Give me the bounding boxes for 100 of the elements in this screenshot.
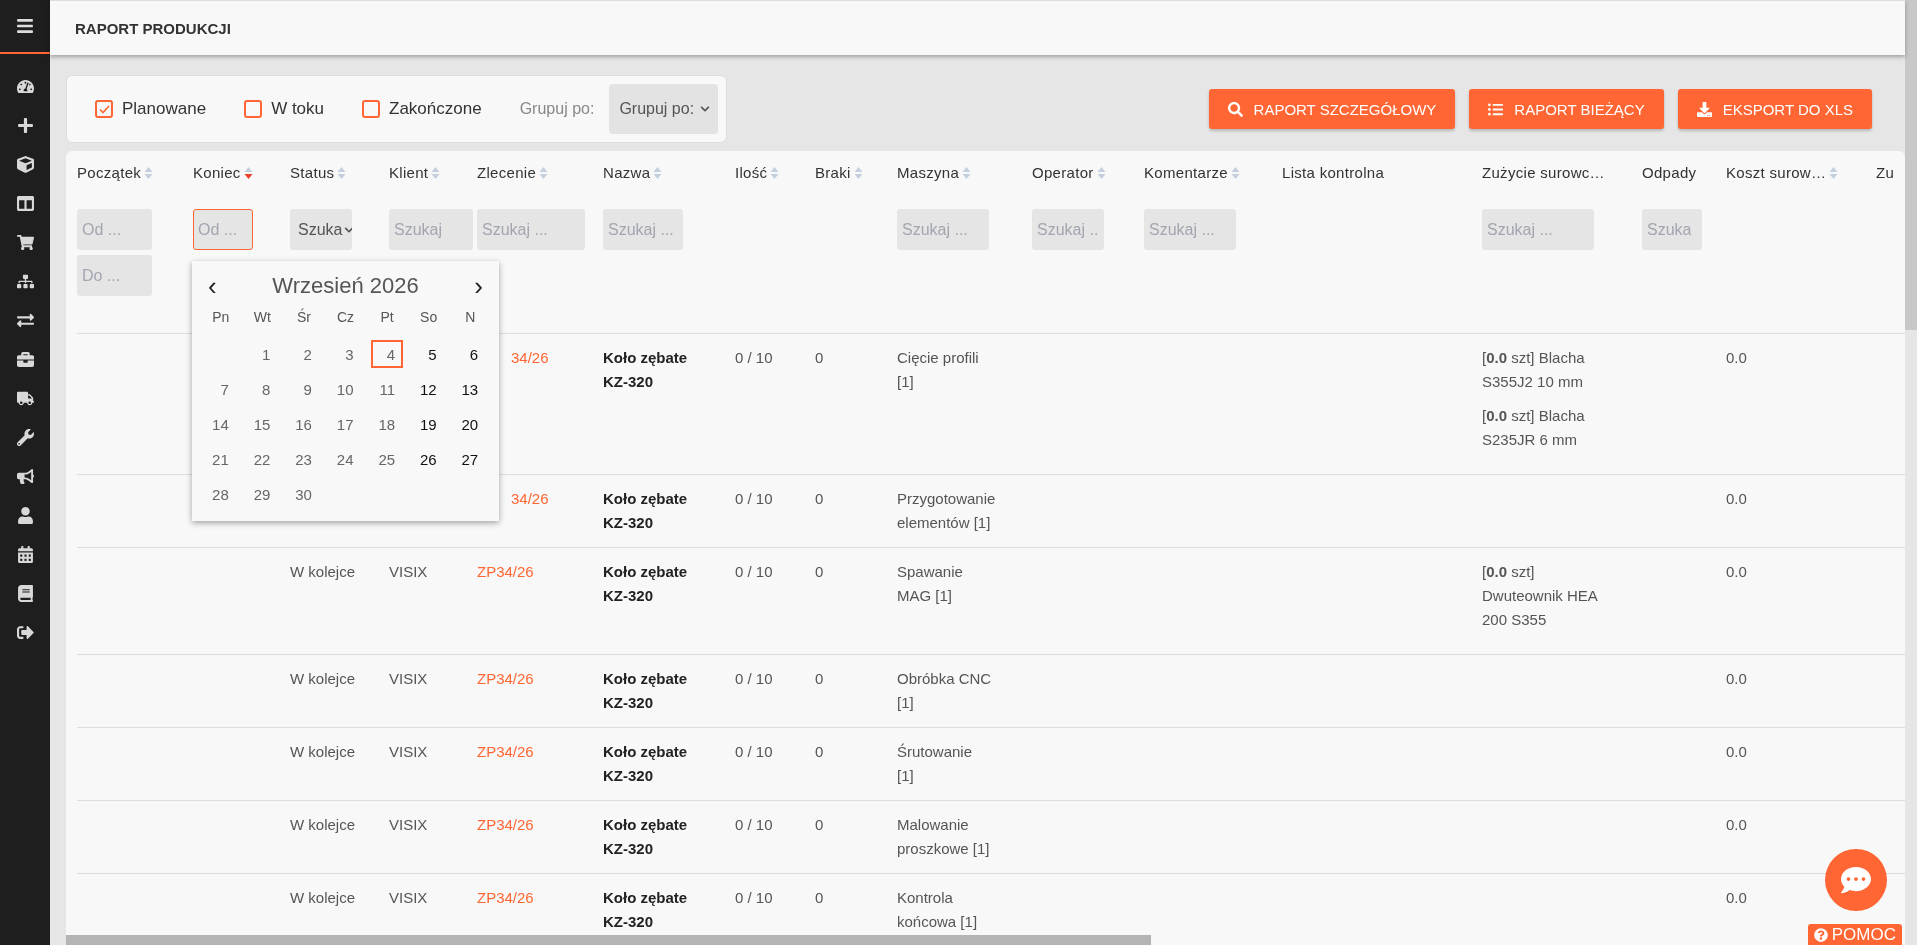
calendar-day[interactable]: 27	[454, 445, 487, 473]
calendar-day[interactable]: 10	[329, 375, 362, 403]
product-name: Koło zębate KZ-320	[603, 670, 688, 711]
cart-icon[interactable]	[16, 234, 34, 251]
rejects-text: 0	[815, 490, 824, 507]
calendar-day[interactable]: 19	[412, 410, 445, 438]
filter-field[interactable]: Szukaj ...	[603, 209, 683, 250]
weekday-label: So	[419, 309, 439, 327]
product-name: Koło zębate KZ-320	[603, 743, 688, 784]
group-select[interactable]: Grupuj po:	[609, 84, 719, 134]
column-header[interactable]: Status	[290, 164, 347, 181]
calendar-day[interactable]: 11	[371, 375, 404, 403]
filter-field[interactable]: Szukaj ...	[897, 209, 989, 250]
calendar-day[interactable]: 13	[454, 375, 487, 403]
filter-field[interactable]: Szuka	[1642, 209, 1702, 250]
report-button[interactable]: RAPORT SZCZEGÓŁOWY	[1208, 89, 1456, 129]
vertical-scrollbar[interactable]	[1905, 0, 1917, 330]
calendar-day[interactable]: 4	[371, 340, 404, 368]
column-header[interactable]: Maszyna	[897, 164, 972, 181]
calendar-day[interactable]: 15	[246, 410, 279, 438]
logout-icon[interactable]	[16, 624, 34, 641]
sort-icon[interactable]	[243, 165, 253, 180]
filter-field[interactable]: Do ...	[77, 255, 152, 296]
user-icon[interactable]	[16, 507, 34, 524]
product-name: Koło zębate KZ-320	[603, 349, 688, 390]
rejects-text: 0	[815, 889, 824, 906]
column-header[interactable]: Klient	[389, 164, 441, 181]
quantity-text: 0 / 10	[735, 670, 773, 687]
checkbox[interactable]	[244, 100, 263, 118]
checkbox[interactable]	[95, 100, 113, 118]
column-header[interactable]: Ilość	[735, 164, 780, 181]
filter-field[interactable]: Szukaj ...	[1144, 209, 1236, 250]
calendar-day[interactable]: 17	[329, 410, 362, 438]
prev-month-button[interactable]: ‹	[208, 273, 217, 299]
filter-field[interactable]: Od ...	[193, 209, 253, 250]
column-header[interactable]: Koniec	[193, 164, 253, 181]
column-header[interactable]: Koszt surow…	[1726, 164, 1839, 181]
column-header[interactable]: Operator	[1032, 164, 1106, 181]
product-name: Koło zębate KZ-320	[603, 563, 688, 604]
calendar-day[interactable]: 12	[412, 375, 445, 403]
arrows-icon[interactable]	[16, 312, 34, 329]
page-title: RAPORT PRODUKCJI	[75, 19, 231, 37]
column-header[interactable]: Braki	[815, 164, 863, 181]
machine-text: Malowanie proszkowe [1]	[897, 816, 990, 857]
plus-icon[interactable]	[16, 117, 34, 134]
column-header[interactable]: Zlecenie	[477, 164, 549, 181]
calendar-day[interactable]: 26	[412, 445, 445, 473]
calendar-day[interactable]: 6	[454, 340, 487, 368]
calendar-day[interactable]: 24	[329, 445, 362, 473]
wrench-icon[interactable]	[16, 429, 34, 446]
cube-icon[interactable]	[16, 156, 34, 173]
calendar-day[interactable]: 16	[287, 410, 320, 438]
weekday-label: Wt	[252, 309, 272, 327]
column-header[interactable]: Początek	[77, 164, 154, 181]
calendar-icon[interactable]	[16, 546, 34, 563]
calendar-day[interactable]: 5	[412, 340, 445, 368]
calendar-day[interactable]: 8	[246, 375, 279, 403]
calendar-day[interactable]: 28	[204, 480, 237, 508]
filter-field[interactable]: Szukaj ...	[1032, 209, 1104, 250]
filter-field[interactable]: Szukaj ...	[477, 209, 585, 250]
status-select[interactable]: Szuka	[290, 209, 352, 250]
calendar-day[interactable]: 1	[246, 340, 279, 368]
calendar-day[interactable]: 21	[204, 445, 237, 473]
calendar-day[interactable]: 18	[371, 410, 404, 438]
calendar-day[interactable]: 2	[287, 340, 320, 368]
megaphone-icon[interactable]	[16, 468, 34, 485]
machine-text: Spawanie MAG [1]	[897, 563, 963, 604]
report-button[interactable]: EKSPORT DO XLS	[1677, 89, 1872, 129]
calendar-day[interactable]: 25	[371, 445, 404, 473]
client-text: VISIX	[389, 670, 428, 687]
columns-icon[interactable]	[16, 195, 34, 212]
checkbox[interactable]	[362, 100, 381, 118]
calendar-day[interactable]: 22	[246, 445, 279, 473]
menu-icon[interactable]	[16, 17, 34, 35]
calendar-day[interactable]: 30	[287, 480, 320, 508]
rejects-text: 0	[815, 743, 824, 760]
report-button[interactable]: RAPORT BIEŻĄCY	[1469, 89, 1664, 129]
briefcase-icon[interactable]	[16, 351, 34, 368]
help-button[interactable]: POMOC	[1807, 924, 1902, 945]
calendar-day[interactable]: 7	[204, 375, 237, 403]
calendar-day[interactable]: 20	[454, 410, 487, 438]
machine-text: Cięcie profili [1]	[897, 349, 979, 390]
filter-field[interactable]: Szukaj	[389, 209, 473, 250]
column-header[interactable]: Komentarze	[1144, 164, 1240, 181]
column-header[interactable]: Nazwa	[603, 164, 663, 181]
calendar-day[interactable]: 29	[246, 480, 279, 508]
horizontal-scrollbar[interactable]	[66, 935, 1151, 945]
calendar-day[interactable]: 23	[287, 445, 320, 473]
search-icon	[1227, 101, 1243, 117]
calendar-day[interactable]: 9	[287, 375, 320, 403]
truck-icon[interactable]	[16, 390, 34, 407]
gauge-icon[interactable]	[16, 78, 34, 95]
calendar-day[interactable]: 3	[329, 340, 362, 368]
book-icon[interactable]	[16, 585, 34, 602]
calendar-day[interactable]: 14	[204, 410, 237, 438]
next-month-button[interactable]: ›	[474, 273, 483, 299]
filter-field[interactable]: Szukaj ...	[1482, 209, 1594, 250]
filter-field[interactable]: Od ...	[77, 209, 152, 250]
hierarchy-icon[interactable]	[16, 273, 34, 290]
cost-text: 0.0	[1726, 490, 1747, 507]
